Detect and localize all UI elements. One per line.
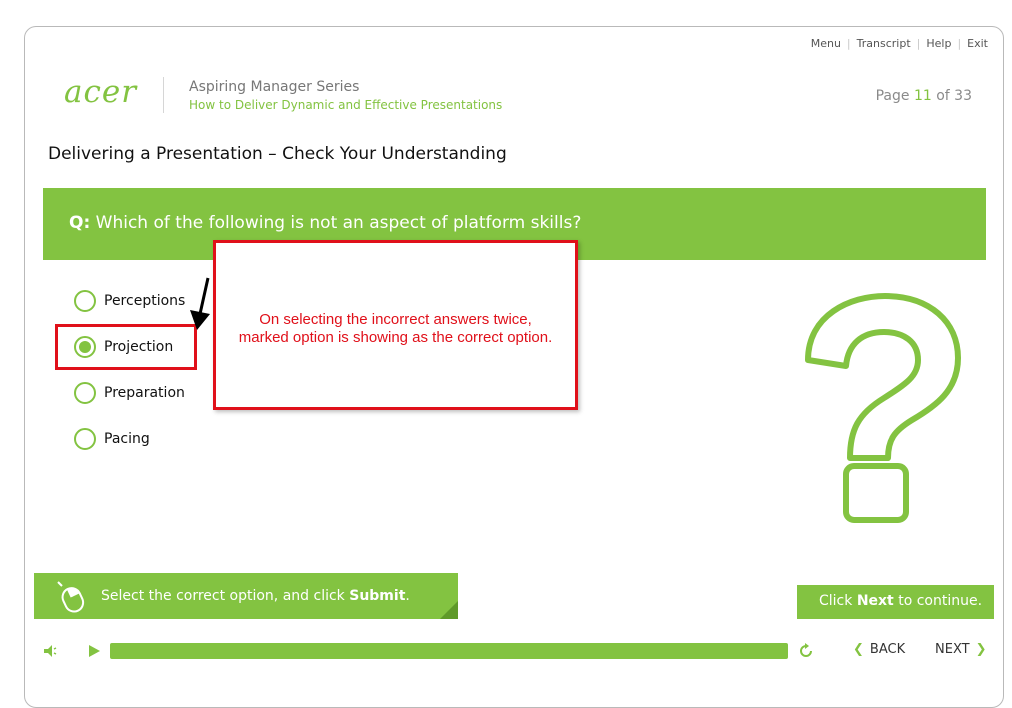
page-title: Delivering a Presentation – Check Your U…	[48, 144, 507, 164]
option-perceptions[interactable]: Perceptions	[74, 290, 185, 312]
back-label: BACK	[869, 642, 906, 657]
play-icon[interactable]	[87, 644, 101, 658]
annotation-line-1: On selecting the incorrect answers twice…	[259, 311, 532, 328]
instruction-text-part: Select the correct option, and click	[101, 588, 350, 604]
next-label: NEXT	[935, 642, 970, 657]
radio-button[interactable]	[74, 428, 96, 450]
annotation-highlight-box	[55, 324, 197, 370]
next-button[interactable]: NEXT ❯	[935, 642, 986, 657]
nav-separator: |	[957, 37, 962, 50]
continue-text: Click Next to continue.	[819, 593, 982, 609]
option-label: Preparation	[104, 385, 185, 401]
instruction-fold	[440, 601, 458, 619]
page-of: of	[936, 88, 950, 104]
chevron-left-icon: ❮	[853, 642, 864, 657]
header-divider	[163, 77, 164, 113]
page-indicator: Page 11 of 33	[876, 88, 972, 104]
question: Q: Which of the following is not an aspe…	[69, 213, 581, 233]
back-button[interactable]: ❮ BACK	[853, 642, 905, 657]
question-mark-icon	[805, 293, 961, 523]
menu-link[interactable]: Menu	[811, 37, 841, 50]
continue-text-part: Click	[819, 593, 857, 609]
nav-separator: |	[916, 37, 921, 50]
course-title: How to Deliver Dynamic and Effective Pre…	[189, 98, 503, 112]
option-preparation[interactable]: Preparation	[74, 382, 185, 404]
radio-button[interactable]	[74, 290, 96, 312]
top-nav: Menu | Transcript | Help | Exit	[811, 37, 988, 50]
progress-bar[interactable]	[110, 643, 788, 659]
exit-link[interactable]: Exit	[967, 37, 988, 50]
annotation-callout: On selecting the incorrect answers twice…	[213, 240, 578, 410]
option-pacing[interactable]: Pacing	[74, 428, 150, 450]
option-label: Perceptions	[104, 293, 186, 309]
question-text: Which of the following is not an aspect …	[95, 213, 582, 233]
chevron-right-icon: ❯	[975, 642, 987, 657]
annotation-text: On selecting the incorrect answers twice…	[216, 311, 575, 347]
continue-text-part: to continue.	[893, 593, 983, 609]
radio-button[interactable]	[74, 382, 96, 404]
annotation-line-2: marked option is showing as the correct …	[238, 329, 553, 346]
annotation-arrow-icon	[190, 277, 210, 330]
mouse-click-icon	[57, 581, 85, 613]
series-title: Aspiring Manager Series	[189, 79, 360, 95]
question-prefix: Q:	[69, 213, 91, 233]
page-current: 11	[913, 88, 932, 104]
help-link[interactable]: Help	[926, 37, 951, 50]
instruction-text-part: .	[405, 588, 410, 604]
nav-separator: |	[846, 37, 851, 50]
option-label: Pacing	[104, 431, 150, 447]
acer-logo: acer	[64, 74, 138, 110]
instruction-text: Select the correct option, and click Sub…	[101, 588, 410, 604]
instruction-submit-word: Submit	[349, 588, 406, 604]
continue-next-word: Next	[856, 593, 894, 609]
volume-icon[interactable]	[43, 643, 59, 659]
page-total: 33	[954, 88, 972, 104]
transcript-link[interactable]: Transcript	[857, 37, 911, 50]
replay-icon[interactable]	[797, 642, 815, 660]
page-label: Page	[875, 88, 910, 104]
